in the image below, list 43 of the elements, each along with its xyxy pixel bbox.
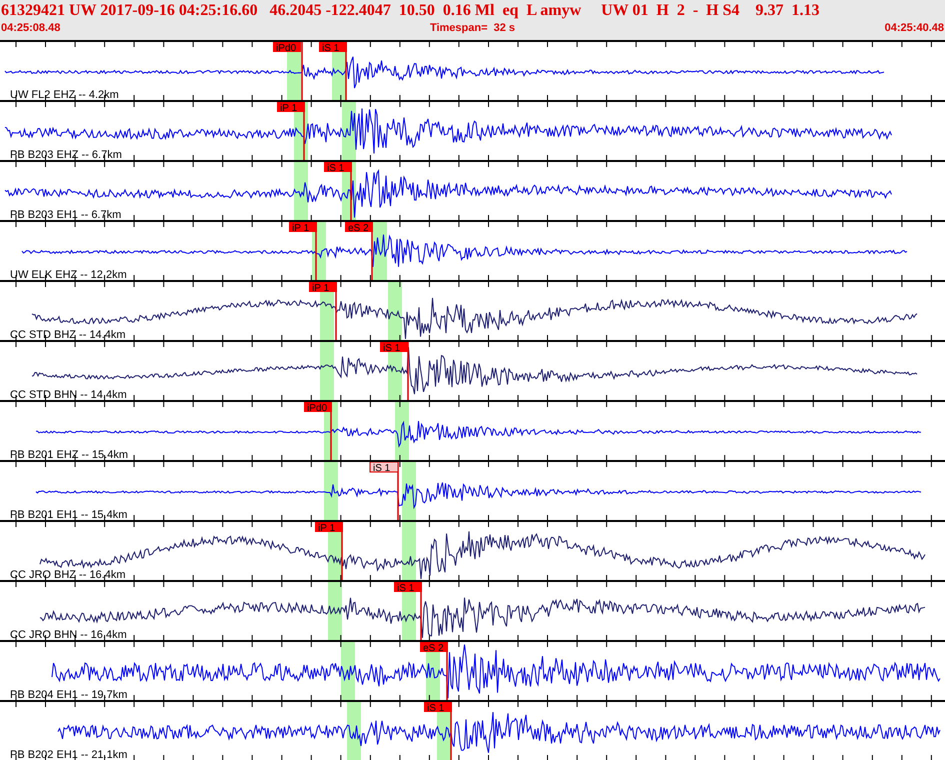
station-label: CC JRO BHZ -- 16.4km (10, 569, 126, 580)
time-window (395, 402, 409, 460)
time-window (320, 342, 334, 400)
pick-label[interactable]: iP 1 (315, 522, 343, 534)
station-label: PB B201 EH1 -- 15.4km (10, 509, 128, 520)
time-window (324, 462, 338, 520)
pick-label[interactable]: iP 1 (289, 222, 317, 234)
pick-label[interactable]: eS 2 (345, 222, 373, 234)
pick-label[interactable]: iS 1 (424, 702, 452, 714)
end-time: 04:25:40.48 (884, 21, 944, 35)
start-time: 04:25:08.48 (1, 21, 60, 35)
station-label: PB B204 EH1 -- 19.7km (10, 689, 128, 700)
pick-label[interactable]: iPd0 (304, 402, 332, 414)
station-label: UW ELK EHZ -- 12.2km (10, 269, 127, 280)
time-window (402, 462, 416, 520)
time-window (388, 282, 402, 340)
time-window (341, 642, 355, 700)
pick-label[interactable]: iS 1 (370, 462, 398, 474)
time-window (294, 162, 308, 220)
pick-label[interactable]: eS 2 (420, 642, 448, 654)
timespan: Timespan= 32 s (430, 21, 516, 35)
station-label: PB B203 EH1 -- 6.7km (10, 209, 122, 220)
station-label: PB B201 EHZ -- 15.4km (10, 449, 128, 460)
pick-line (301, 42, 303, 100)
station-label: CC STD BHZ -- 14.4km (10, 329, 126, 340)
station-label: PB B203 EHZ -- 6.7km (10, 149, 122, 160)
station-label: PB B202 EH1 -- 21.1km (10, 749, 128, 760)
pick-line (397, 462, 399, 520)
station-label: CC JRO BHN -- 16.4km (10, 629, 127, 640)
station-label: CC STD BHN -- 14.4km (10, 389, 127, 400)
pick-label[interactable]: iS 1 (324, 162, 352, 174)
station-label: UW FL2 EHZ -- 4.2km (10, 89, 119, 100)
pick-label[interactable]: iS 1 (319, 42, 347, 54)
pick-label[interactable]: iP 1 (277, 102, 305, 114)
pick-line (407, 342, 409, 400)
event-summary: 61329421 UW 2017-09-16 04:25:16.60 46.2045 -122.4047 10.50 0.16 Ml eq L amyw UW 01 H 2 - H S4 9.37 1.13 (1, 1, 821, 21)
time-window (328, 582, 342, 640)
time-window (347, 702, 361, 760)
pick-label[interactable]: iP 1 (309, 282, 337, 294)
pick-label[interactable]: iS 1 (380, 342, 408, 354)
pick-label[interactable]: iS 1 (394, 582, 422, 594)
time-window (402, 522, 416, 580)
pick-label[interactable]: iPd0 (273, 42, 301, 54)
